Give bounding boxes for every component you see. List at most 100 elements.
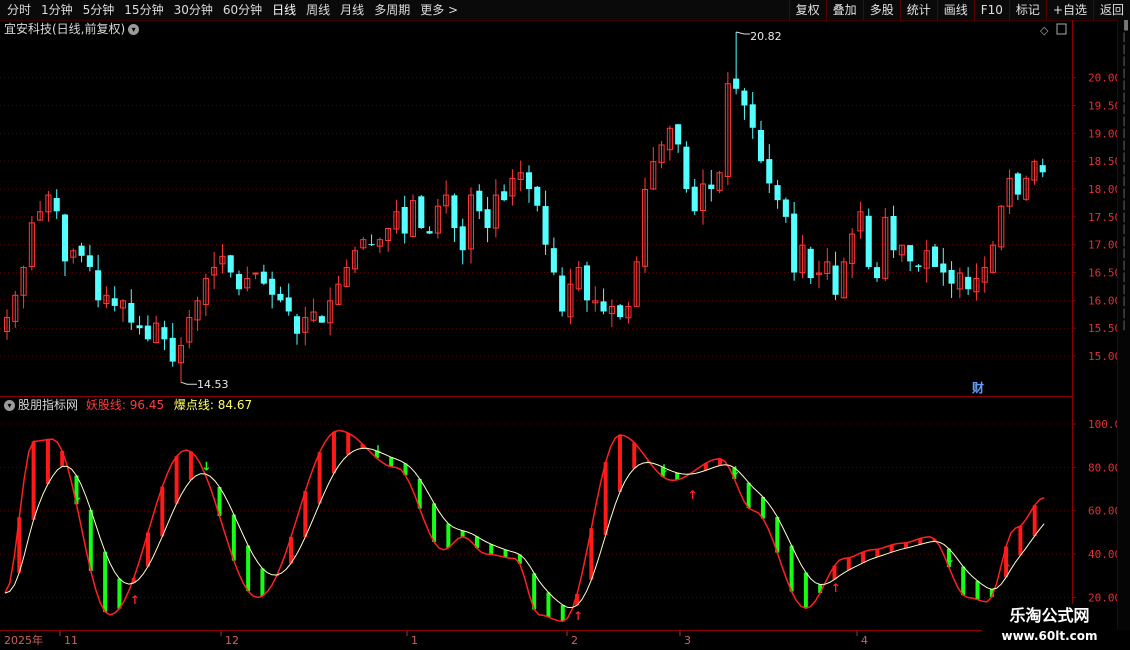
candle-down (401, 206, 408, 234)
candle-down (501, 191, 508, 201)
candle-down (95, 270, 102, 301)
candle-down (733, 78, 740, 89)
period-tab-4[interactable]: 30分钟 (169, 0, 218, 20)
price-tick-label: 16.00 (1088, 294, 1118, 307)
yaogu-line-value: 96.45 (129, 398, 165, 412)
panel-icon (1056, 23, 1067, 35)
candle-down (708, 184, 715, 190)
candle-down (136, 325, 143, 329)
toolbar-button-6[interactable]: 标记 (1008, 0, 1046, 20)
price-tick-label: 17.50 (1088, 211, 1118, 224)
period-tab-1[interactable]: 1分钟 (36, 0, 78, 20)
candle-down (111, 298, 118, 306)
period-tab-9[interactable]: 多周期 (369, 0, 415, 20)
candle-down (757, 130, 765, 162)
toolbar-button-7[interactable]: +自选 (1045, 0, 1093, 20)
low-pointer (180, 381, 197, 385)
price-tick-label: 15.50 (1088, 322, 1118, 335)
candle-down (782, 199, 789, 217)
buy-arrow-icon: ↑ (287, 552, 297, 566)
candle-down (260, 271, 267, 284)
indicator-tick-label: 20.00 (1088, 591, 1118, 604)
period-tab-8[interactable]: 月线 (335, 0, 369, 20)
month-label: 3 (684, 634, 691, 647)
toolbar-button-5[interactable]: F10 (973, 0, 1009, 20)
buy-arrow-icon: ↑ (687, 488, 697, 502)
year-label: 2025年 (4, 633, 43, 647)
price-tick-label: 18.00 (1088, 183, 1118, 196)
candle-down (451, 195, 458, 228)
candle-down (277, 293, 284, 301)
baodian-line-value: 84.67 (217, 398, 253, 412)
candle-down (161, 327, 168, 340)
candle-down (476, 190, 483, 212)
candle-down (418, 196, 425, 228)
period-tab-6[interactable]: 日线 (267, 0, 301, 20)
candle-down (583, 265, 591, 301)
finance-marker: 财 (971, 380, 984, 395)
candle-down (675, 124, 682, 145)
price-tick-label: 17.00 (1088, 239, 1118, 252)
candle-down (915, 265, 922, 267)
high-pointer (736, 31, 751, 35)
toolbar-button-2[interactable]: 多股 (862, 0, 900, 20)
period-tab-3[interactable]: 15分钟 (119, 0, 168, 20)
watermark: 乐淘公式网 www.60lt.com (982, 604, 1117, 650)
candle-down (617, 305, 624, 318)
buy-arrow-icon: ↑ (130, 593, 140, 607)
toolbar-button-3[interactable]: 统计 (899, 0, 937, 20)
candle-down (534, 186, 541, 206)
toolbar-buttons: 复权 叠加 多股 统计 画线 F10 标记 +自选 返回 (788, 0, 1130, 20)
candle-down (948, 270, 955, 284)
more-arrow-icon: > (444, 3, 459, 17)
candle-down (550, 248, 557, 273)
low-price-label: 14.53 (197, 378, 229, 391)
toolbar-button-4[interactable]: 画线 (936, 0, 974, 20)
toolbar-button-0[interactable]: 复权 (788, 0, 826, 20)
month-label: 1 (411, 634, 418, 647)
price-tick-label: 18.50 (1088, 155, 1118, 168)
candle-down (940, 263, 947, 273)
indicator-title[interactable]: ▾ 股朋指标网 妖股线: 96.45 爆点线: 84.67 (4, 398, 252, 412)
watermark-url: www.60lt.com (1001, 629, 1098, 643)
candle-down (965, 276, 972, 290)
period-tab-7[interactable]: 周线 (301, 0, 335, 20)
price-tick-label: 19.50 (1088, 100, 1118, 113)
candle-down (807, 248, 814, 279)
side-panel-strip[interactable]: ▐ | | | | | | | | | | | | | | | | | | | | | | | | | (1117, 20, 1130, 630)
period-tab-0[interactable]: 分时 (2, 0, 36, 20)
candle-up (252, 272, 259, 275)
indicator-tick-label: 40.00 (1088, 548, 1118, 561)
baodian-line-label: 爆点线: (173, 398, 214, 412)
candle-down (873, 267, 881, 279)
candle-down (774, 185, 781, 201)
price-tick-label: 20.00 (1088, 72, 1118, 85)
watermark-title: 乐淘公式网 (1009, 606, 1090, 625)
period-tabs: 分时 1分钟 5分钟 15分钟 30分钟 60分钟 日线 周线 月线 多周期 更多 > (2, 0, 463, 20)
high-price-label: 20.82 (750, 30, 782, 43)
price-tick-label: 15.00 (1088, 350, 1118, 363)
period-tab-5[interactable]: 60分钟 (218, 0, 267, 20)
candle-down (318, 316, 325, 323)
toolbar-button-1[interactable]: 叠加 (825, 0, 863, 20)
kline-chart-area[interactable]: 20.00 19.50 19.00 18.50 18.00 17.50 17.00 16.50… (0, 20, 1118, 650)
candle-down (791, 213, 798, 273)
candle-down (285, 297, 292, 312)
month-label: 4 (861, 634, 868, 647)
buy-arrow-icon: ↑ (573, 609, 583, 623)
candle-down (269, 278, 276, 295)
candle-down (169, 337, 176, 362)
candle-down (766, 159, 773, 184)
candle-down (907, 245, 914, 262)
indicator-menu-icon[interactable]: ▾ (4, 400, 15, 411)
period-tab-10[interactable]: 更多 > (415, 0, 463, 20)
candle-down (144, 325, 151, 340)
diamond-icon: ◇ (1040, 24, 1049, 37)
indicator-tick-label: 80.00 (1088, 461, 1118, 474)
toolbar-button-8[interactable]: 返回 (1092, 0, 1130, 20)
period-tab-2[interactable]: 5分钟 (78, 0, 120, 20)
candle-down (931, 246, 939, 267)
candle-down (741, 90, 748, 106)
indicator-tick-label: 60.00 (1088, 505, 1118, 518)
candle-down (890, 215, 897, 251)
